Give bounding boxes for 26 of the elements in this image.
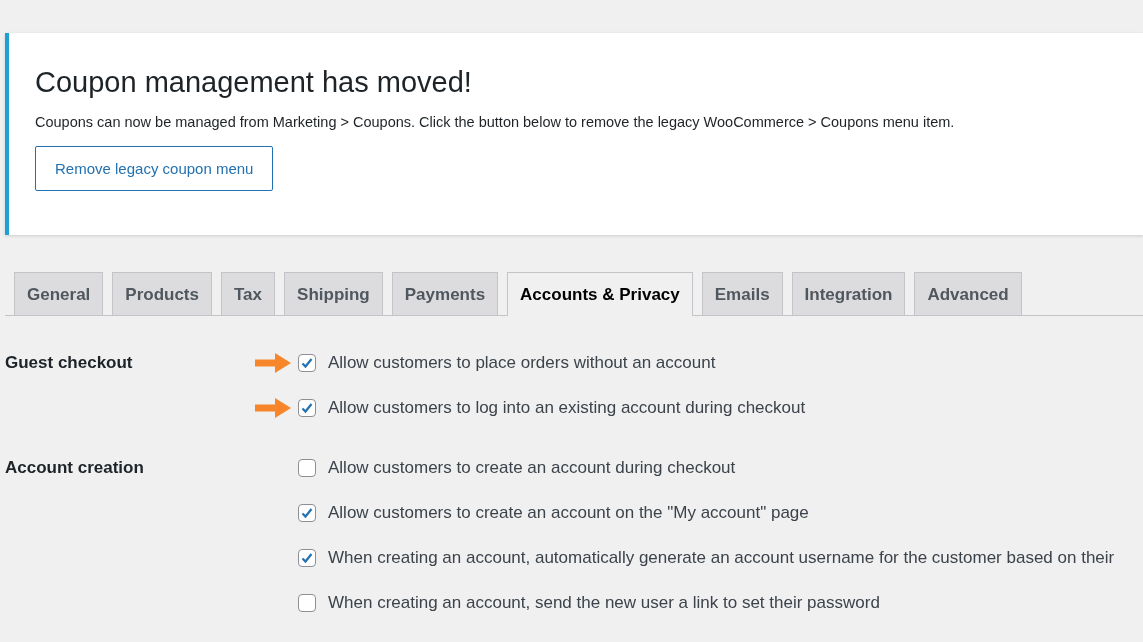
settings-tab[interactable]: Accounts & Privacy <box>507 272 693 316</box>
checkbox[interactable] <box>298 549 316 567</box>
checkbox[interactable] <box>298 504 316 522</box>
checkbox[interactable] <box>298 399 316 417</box>
settings-tab[interactable]: Payments <box>391 272 499 315</box>
checkbox[interactable] <box>298 459 316 477</box>
checkbox[interactable] <box>298 594 316 612</box>
section-label: Account creation <box>5 457 145 479</box>
settings-tab[interactable]: Integration <box>791 272 906 315</box>
notice-text: Coupons can now be managed from Marketing > Coupons. Click the button below to remove the legacy WooCommerce > Coupons menu item. <box>35 113 956 130</box>
option-label: Allow customers to place orders without an account <box>328 353 716 373</box>
settings-tab[interactable]: Emails <box>701 272 783 315</box>
checkbox[interactable] <box>298 354 316 372</box>
section-label: Guest checkout <box>5 352 134 374</box>
remove-legacy-button[interactable]: Remove legacy coupon menu <box>35 145 274 191</box>
option-label: Allow customers to log into an existing account during checkout <box>328 398 806 418</box>
option-label: Allow customers to create an account during checkout <box>328 458 736 478</box>
settings-tab[interactable]: General <box>14 272 104 315</box>
settings-tab[interactable]: Advanced <box>914 272 1022 315</box>
option-label: When creating an account, automatically generate an account username for the customer based on their <box>328 548 1115 568</box>
option-label: When creating an account, send the new user a link to set their password <box>328 593 880 613</box>
settings-tab[interactable]: Products <box>112 272 212 315</box>
settings-tab[interactable]: Shipping <box>284 272 383 315</box>
notice-title: Coupon management has moved! <box>35 65 473 100</box>
option-label: Allow customers to create an account on the "My account" page <box>328 503 809 523</box>
settings-tab[interactable]: Tax <box>221 272 276 315</box>
